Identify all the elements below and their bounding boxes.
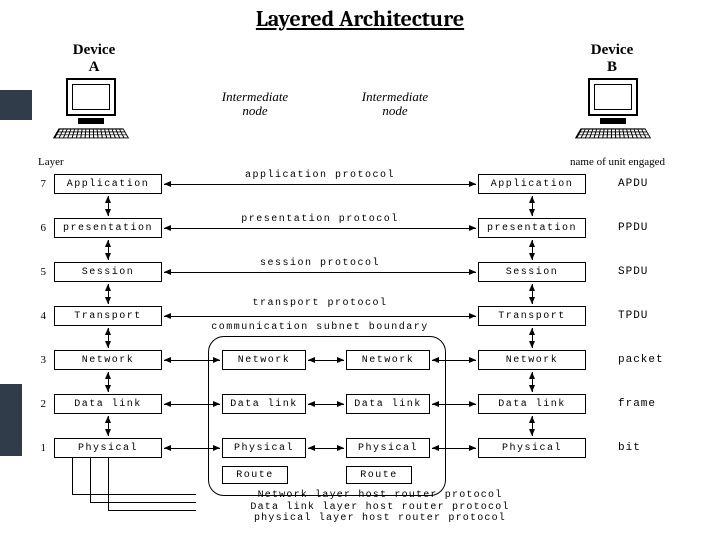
va-pres-sess xyxy=(108,240,109,260)
unit-frame: frame xyxy=(618,398,678,410)
unit-bit: bit xyxy=(618,442,678,454)
vb-trans-net xyxy=(532,328,533,348)
a-transport: Transport xyxy=(54,306,162,326)
va-trans-net xyxy=(108,328,109,348)
intermediate-right-label: Intermediate node xyxy=(340,90,450,119)
vb-dl-phy xyxy=(532,416,533,436)
proto-boundary: communication subnet boundary xyxy=(210,322,430,333)
phy-drop-a1 xyxy=(72,458,73,494)
b-transport: Transport xyxy=(478,306,586,326)
phy-hz-a1 xyxy=(72,494,196,495)
unit-ppdu: PPDU xyxy=(618,222,678,234)
arrow-net-i2-b xyxy=(432,360,476,361)
arrow-dl-i1-i2 xyxy=(308,404,344,405)
unit-header: name of unit engaged xyxy=(570,156,665,168)
vb-net-dl xyxy=(532,372,533,392)
layer-num-5: 5 xyxy=(34,266,46,278)
footer-line: Network layer host router protocol xyxy=(210,490,550,502)
proto-application: application protocol xyxy=(210,170,430,181)
a-session: Session xyxy=(54,262,162,282)
unit-spdu: SPDU xyxy=(618,266,678,278)
device-b-icon xyxy=(578,78,648,148)
arrow-phy-a-i1 xyxy=(164,448,220,449)
va-dl-phy xyxy=(108,416,109,436)
a-physical: Physical xyxy=(54,438,162,458)
decor-bar xyxy=(0,384,22,456)
vb-sess-trans xyxy=(532,284,533,304)
proto-presentation: presentation protocol xyxy=(210,214,430,225)
arrow-net-a-i1 xyxy=(164,360,220,361)
layer-num-2: 2 xyxy=(34,398,46,410)
layer-num-1: 1 xyxy=(34,442,46,454)
unit-tpdu: TPDU xyxy=(618,310,678,322)
vb-app-pres xyxy=(532,196,533,216)
footer-line: physical layer host router protocol xyxy=(210,513,550,525)
arrow-phy-i2-b xyxy=(432,448,476,449)
arrow-phy-i1-i2 xyxy=(308,448,344,449)
proto-transport: transport protocol xyxy=(210,298,430,309)
footer-protocols: Network layer host router protocol Data … xyxy=(210,490,550,525)
layer-num-4: 4 xyxy=(34,310,46,322)
arrow-dl-a-i1 xyxy=(164,404,220,405)
phy-hz-a2 xyxy=(90,502,196,503)
device-b-label: Device B xyxy=(572,42,652,76)
footer-line: Data link layer host router protocol xyxy=(210,502,550,514)
a-datalink: Data link xyxy=(54,394,162,414)
b-session: Session xyxy=(478,262,586,282)
b-application: Application xyxy=(478,174,586,194)
va-app-pres xyxy=(108,196,109,216)
phy-drop-a2 xyxy=(90,458,91,502)
proto-session: session protocol xyxy=(210,258,430,269)
b-network: Network xyxy=(478,350,586,370)
a-network: Network xyxy=(54,350,162,370)
arrow-application xyxy=(164,184,476,185)
device-a-icon xyxy=(56,78,126,148)
va-net-dl xyxy=(108,372,109,392)
arrow-net-i1-i2 xyxy=(308,360,344,361)
b-datalink: Data link xyxy=(478,394,586,414)
layer-num-7: 7 xyxy=(34,178,46,190)
layer-header: Layer xyxy=(38,156,64,168)
vb-pres-sess xyxy=(532,240,533,260)
arrow-dl-i2-b xyxy=(432,404,476,405)
layer-num-6: 6 xyxy=(34,222,46,234)
diagram-title: Layered Architecture xyxy=(0,6,720,32)
arrow-session xyxy=(164,272,476,273)
phy-hz-a3 xyxy=(108,510,196,511)
decor-bar xyxy=(0,90,32,120)
unit-apdu: APDU xyxy=(618,178,678,190)
arrow-presentation xyxy=(164,228,476,229)
va-sess-trans xyxy=(108,284,109,304)
layer-num-3: 3 xyxy=(34,354,46,366)
b-physical: Physical xyxy=(478,438,586,458)
unit-packet: packet xyxy=(618,354,678,366)
a-application: Application xyxy=(54,174,162,194)
arrow-transport xyxy=(164,316,476,317)
device-a-label: Device A xyxy=(54,42,134,76)
intermediate-left-label: Intermediate node xyxy=(200,90,310,119)
b-presentation: presentation xyxy=(478,218,586,238)
a-presentation: presentation xyxy=(54,218,162,238)
